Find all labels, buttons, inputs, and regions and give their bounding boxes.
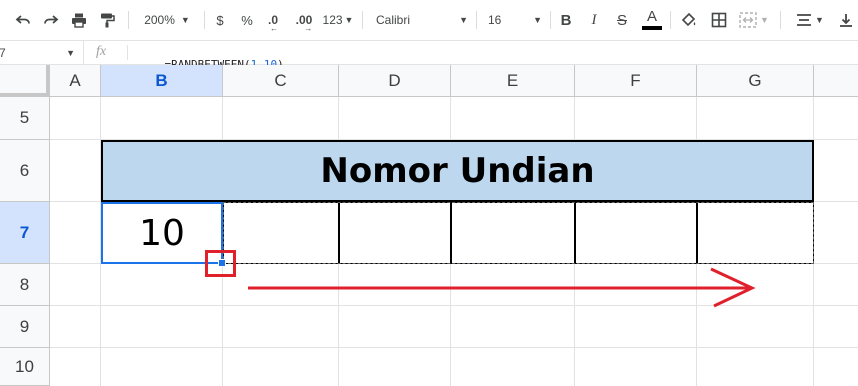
- annotation-arrow-icon: [248, 267, 756, 308]
